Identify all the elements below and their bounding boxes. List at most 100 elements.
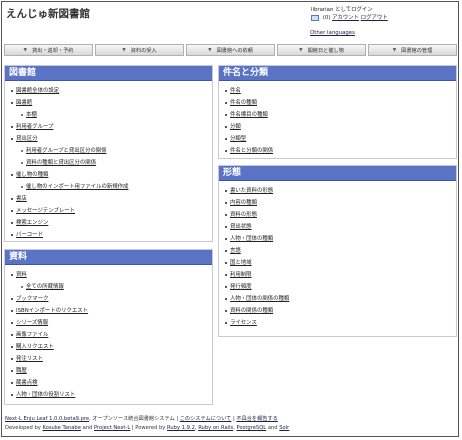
list-item-link[interactable]: 画像ファイル: [16, 332, 48, 338]
list-item[interactable]: 発注リスト: [11, 353, 212, 365]
list-item[interactable]: 人物・団体の役割リスト: [11, 389, 212, 401]
list-item-link[interactable]: 検索エンジン: [16, 220, 48, 226]
project-link[interactable]: Project Next-L: [94, 425, 130, 431]
list-item[interactable]: 画像ファイル: [11, 329, 212, 341]
list-item-link[interactable]: 人物・団体の関係の種類: [230, 296, 289, 302]
sub-list-item[interactable]: 利用者グループと貸出区分の関係: [11, 145, 212, 157]
list-item[interactable]: 国と地域: [225, 257, 456, 269]
other-languages-link[interactable]: Other languages: [310, 30, 355, 36]
list-item[interactable]: 利用制限: [225, 269, 456, 281]
list-item-link[interactable]: 件名と分類の関係: [230, 148, 273, 154]
list-item[interactable]: 言語: [225, 245, 456, 257]
list-item-link[interactable]: 発行頻度: [230, 284, 252, 290]
list-item[interactable]: 図書館: [11, 97, 212, 109]
list-item-link[interactable]: 分類: [230, 124, 241, 130]
list-item[interactable]: 利用者グループ: [11, 121, 212, 133]
list-item[interactable]: 資料の形態: [225, 209, 456, 221]
list-item-link[interactable]: 図書館: [16, 100, 32, 106]
list-item-link[interactable]: 書いた資料の形態: [230, 188, 273, 194]
list-item-link[interactable]: 資料: [16, 272, 27, 278]
list-item[interactable]: 分類型: [225, 133, 456, 145]
list-item-link[interactable]: 国と地域: [230, 260, 252, 266]
list-item-link[interactable]: 貸出状態: [230, 224, 252, 230]
list-item[interactable]: 貸出状態: [225, 221, 456, 233]
list-item-link[interactable]: 分類型: [230, 136, 246, 142]
menu-acquisition[interactable]: ▼ 資料の受入: [95, 44, 184, 56]
sub-list-item[interactable]: 催し物のインポート用ファイルの新規作成: [11, 181, 212, 193]
list-item-link[interactable]: 図書館全体の設定: [16, 88, 59, 94]
list-item[interactable]: 図書館全体の設定: [11, 85, 212, 97]
list-item-link[interactable]: 件名標目の種類: [230, 112, 268, 118]
list-item-link[interactable]: ライセンス: [230, 320, 257, 326]
ruby-link[interactable]: Ruby 1.9.2: [167, 425, 195, 431]
list-item[interactable]: メッセージテンプレート: [11, 205, 212, 217]
list-item-link[interactable]: 催し物のインポート用ファイルの新規作成: [26, 184, 128, 190]
list-item-link[interactable]: 件名の種類: [230, 100, 257, 106]
list-item-link[interactable]: ブックマーク: [16, 296, 48, 302]
list-item[interactable]: シリーズ情報: [11, 317, 212, 329]
mail-icon[interactable]: [311, 14, 319, 21]
list-item-link[interactable]: 蔵書点検: [16, 380, 38, 386]
postgresql-link[interactable]: PostgreSQL: [237, 425, 267, 431]
list-item[interactable]: 資料: [11, 269, 212, 281]
list-item[interactable]: 発行頻度: [225, 281, 456, 293]
report-bug-link[interactable]: 不具合を報告する: [236, 416, 278, 422]
sub-list-item[interactable]: 本棚: [11, 109, 212, 121]
list-item-link[interactable]: 購入リクエスト: [16, 344, 54, 350]
list-item[interactable]: バーコード: [11, 229, 212, 241]
menu-circulation[interactable]: ▼ 貸出・返却・予約: [4, 44, 93, 56]
list-item[interactable]: 分類: [225, 121, 456, 133]
list-item-link[interactable]: 発注リスト: [16, 356, 43, 362]
list-item-link[interactable]: 本棚: [26, 112, 37, 118]
list-item[interactable]: 書店: [11, 193, 212, 205]
list-item-link[interactable]: 言語: [230, 248, 241, 254]
list-item[interactable]: 件名標目の種類: [225, 109, 456, 121]
list-item[interactable]: 件名: [225, 85, 456, 97]
list-item-link[interactable]: 資料の形態: [230, 212, 257, 218]
list-item[interactable]: ブックマーク: [11, 293, 212, 305]
list-item-link[interactable]: 全ての所蔵情報: [26, 284, 64, 290]
list-item[interactable]: 人物・団体の関係の種類: [225, 293, 456, 305]
menu-management[interactable]: ▼ 図書館の管理: [368, 44, 457, 56]
list-item-link[interactable]: 人物・団体の役割リスト: [16, 392, 75, 398]
list-item-link[interactable]: 利用者グループ: [16, 124, 53, 130]
list-item-link[interactable]: メッセージテンプレート: [16, 208, 75, 214]
list-item[interactable]: 貸出区分: [11, 133, 212, 145]
site-title[interactable]: えんじゅ新図書館: [6, 6, 90, 21]
list-item[interactable]: ライセンス: [225, 317, 456, 329]
developer-link[interactable]: Kosuke Tanabe: [43, 425, 81, 431]
sub-list-item[interactable]: 全ての所蔵情報: [11, 281, 212, 293]
list-item[interactable]: 検索エンジン: [11, 217, 212, 229]
list-item-link[interactable]: バーコード: [16, 232, 43, 238]
list-item-link[interactable]: 催し物の種類: [16, 172, 48, 178]
list-item[interactable]: 人物・団体の種類: [225, 233, 456, 245]
list-item[interactable]: 購入リクエスト: [11, 341, 212, 353]
list-item[interactable]: 内容の種類: [225, 197, 456, 209]
list-item[interactable]: 資料の関係の種類: [225, 305, 456, 317]
rails-link[interactable]: Ruby on Rails: [198, 425, 233, 431]
list-item-link[interactable]: 書店: [16, 196, 27, 202]
about-link[interactable]: このシステムについて: [180, 416, 232, 422]
list-item[interactable]: 職歴: [11, 365, 212, 377]
menu-requests[interactable]: ▼ 図書館への依頼: [186, 44, 275, 56]
list-item-link[interactable]: 件名: [230, 88, 241, 94]
list-item[interactable]: 蔵書点検: [11, 377, 212, 389]
list-item-link[interactable]: 利用制限: [230, 272, 252, 278]
list-item-link[interactable]: 貸出区分: [16, 136, 38, 142]
version-link[interactable]: Next-L Enju Leaf 1.0.0.beta9.pre: [5, 416, 89, 422]
logout-link[interactable]: ログアウト: [361, 15, 388, 21]
account-link[interactable]: アカウント: [332, 15, 359, 21]
list-item-link[interactable]: 資料の関係の種類: [230, 308, 273, 314]
list-item[interactable]: 件名と分類の関係: [225, 145, 456, 157]
list-item-link[interactable]: 職歴: [16, 368, 27, 374]
list-item-link[interactable]: シリーズ情報: [16, 320, 48, 326]
list-item-link[interactable]: 内容の種類: [230, 200, 257, 206]
list-item-link[interactable]: 利用者グループと貸出区分の関係: [26, 148, 107, 154]
sub-list-item[interactable]: 資料の種類と貸出区分の関係: [11, 157, 212, 169]
list-item[interactable]: 件名の種類: [225, 97, 456, 109]
list-item-link[interactable]: ISBNインポートのリクエスト: [16, 308, 88, 314]
list-item[interactable]: ISBNインポートのリクエスト: [11, 305, 212, 317]
menu-events[interactable]: ▼ 開館日と催し物: [277, 44, 366, 56]
list-item-link[interactable]: 資料の種類と貸出区分の関係: [26, 160, 96, 166]
list-item[interactable]: 催し物の種類: [11, 169, 212, 181]
